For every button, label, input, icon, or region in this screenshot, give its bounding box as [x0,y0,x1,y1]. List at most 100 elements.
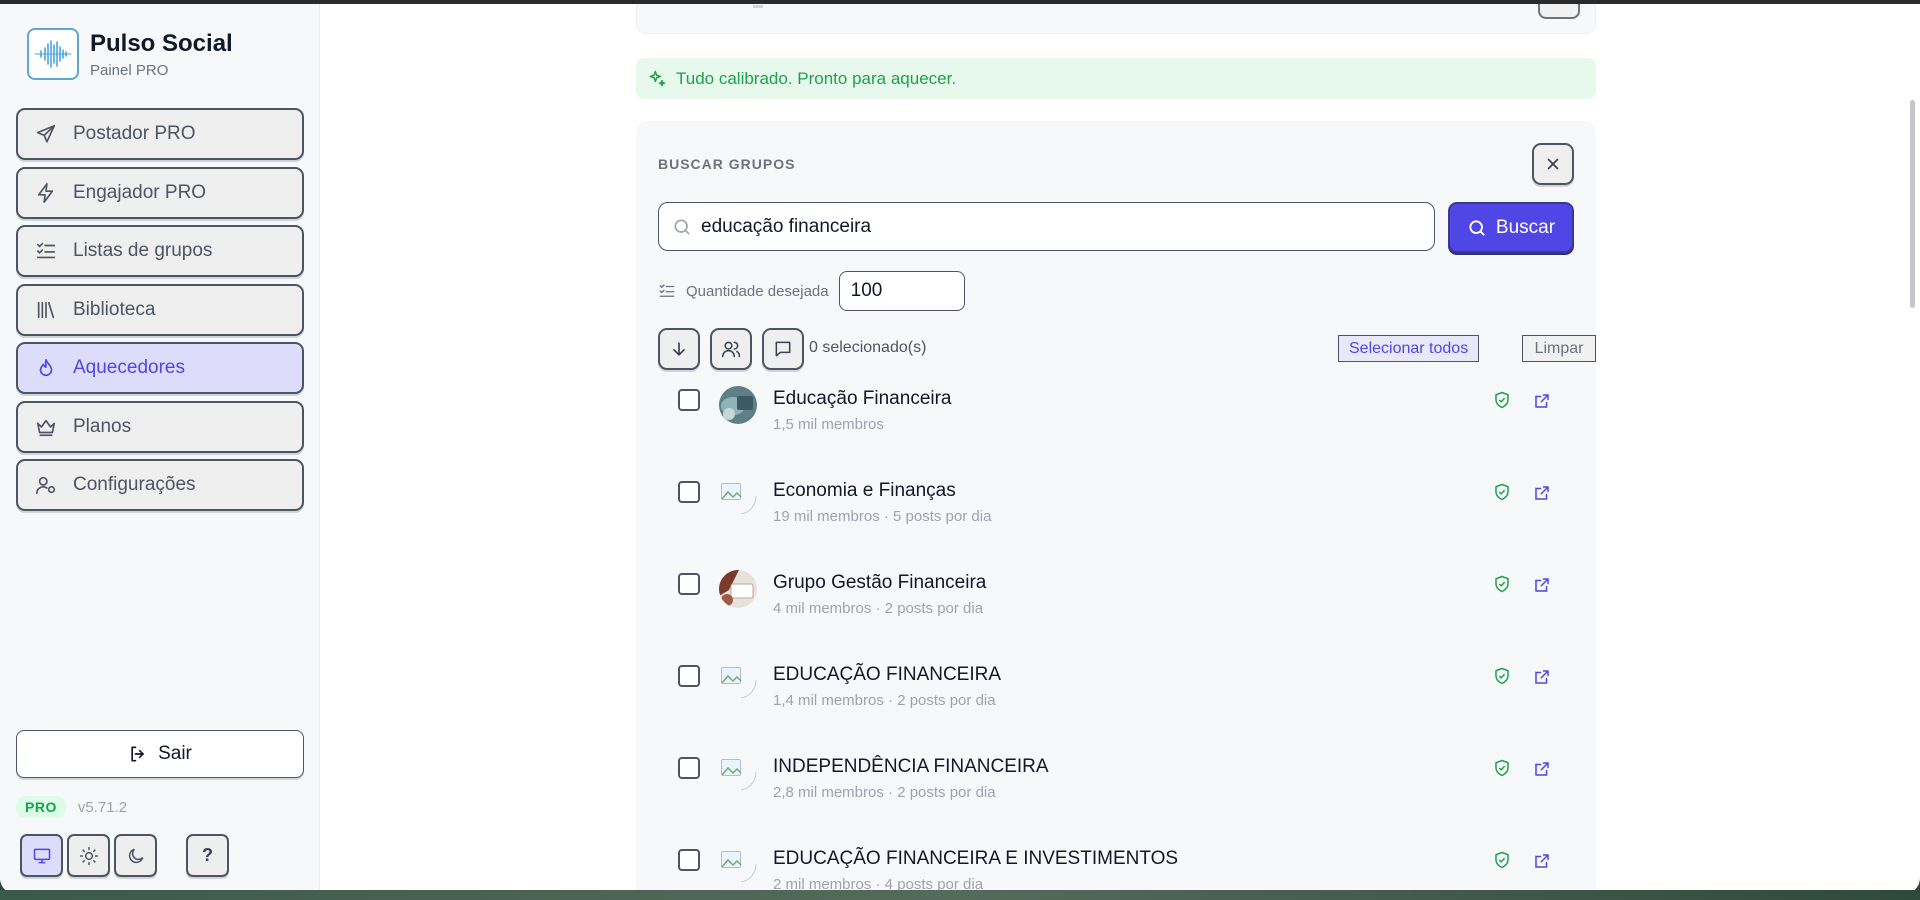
external-link-icon[interactable] [1533,392,1551,410]
group-name: EDUCAÇÃO FINANCEIRA E INVESTIMENTOS [773,848,1179,869]
clear-button[interactable]: Limpar [1522,335,1596,362]
group-checkbox[interactable] [678,573,700,595]
close-button[interactable] [1532,143,1574,185]
theme-light-button[interactable] [67,834,110,877]
avatar-broken-image [719,846,757,884]
status-alert-text: Tudo calibrado. Pronto para aquecer. [676,68,957,88]
desktop-background [0,890,1920,900]
group-meta: 19 mil membros · 5 posts por dia [773,508,992,525]
user-settings-icon [36,476,56,495]
status-alert: Tudo calibrado. Pronto para aquecer. [636,58,1596,99]
pro-badge: PRO [16,796,66,818]
members-filter-button[interactable] [710,328,752,370]
sort-button[interactable] [658,328,700,370]
list-item: Economia e Finanças 19 mil membros · 5 p… [636,475,1596,567]
moon-icon [128,848,143,863]
selected-count: 0 selecionado(s) [809,339,927,356]
shield-check-icon [1495,575,1509,593]
external-link-icon[interactable] [1533,576,1551,594]
sidebar-item-label: Listas de grupos [73,240,213,261]
external-link-icon[interactable] [1533,668,1551,686]
avatar-broken-image [719,478,757,516]
brand-title: Pulso Social [90,29,233,57]
send-icon [36,124,56,143]
logout-button[interactable]: Sair [16,730,304,778]
message-icon [775,341,791,357]
lightning-icon [37,182,54,203]
group-checkbox[interactable] [678,389,700,411]
group-checkbox[interactable] [678,757,700,779]
help-button[interactable]: ? [186,834,229,877]
checklist-icon [36,242,56,259]
search-button[interactable]: Buscar [1448,202,1574,253]
sidebar-item-label: Engajador PRO [73,181,207,203]
posts-filter-button[interactable] [762,328,804,370]
search-button-label: Buscar [1495,216,1556,238]
app-window: Pulso Social Painel PRO Postador PRO Eng… [0,0,1920,894]
theme-dark-button[interactable] [114,834,157,877]
avatar-broken-image [719,662,757,700]
search-field [658,202,1435,251]
group-meta: 1,5 mil membros [773,416,884,433]
sidebar-item-label: Configurações [73,474,196,495]
sidebar-item-label: Planos [73,415,132,437]
group-name: Economia e Finanças [773,480,956,501]
external-link-icon[interactable] [1533,484,1551,502]
group-checkbox[interactable] [678,481,700,503]
list-item: EDUCAÇÃO FINANCEIRA E INVESTIMENTOS 2 mi… [636,843,1596,894]
sidebar-item-postador[interactable]: Postador PRO [16,108,304,160]
search-icon [674,219,690,234]
shield-check-icon [1495,483,1509,501]
quantity-input[interactable] [838,271,965,311]
group-checkbox[interactable] [678,665,700,687]
sidebar-item-aquecedores[interactable]: Aquecedores [16,342,304,394]
search-input[interactable] [701,215,1381,238]
sidebar-item-listas[interactable]: Listas de grupos [16,225,304,277]
list-toolbar: 0 selecionado(s) Selecionar todos Limpar [658,328,1596,370]
sidebar-item-label: Aquecedores [73,357,185,378]
shield-check-icon [1495,667,1509,685]
previous-card [636,4,1596,34]
search-icon [1469,219,1485,236]
list-item: INDEPENDÊNCIA FINANCEIRA 2,8 mil membros… [636,751,1596,843]
logout-icon [131,746,144,762]
shield-check-icon [1495,851,1509,869]
theme-system-button[interactable] [20,834,63,877]
flame-icon [39,358,53,377]
search-groups-panel: BUSCAR GRUPOS Buscar Quantidade desejada [636,121,1596,894]
group-meta: 2,8 mil membros · 2 posts por dia [773,784,996,801]
sidebar: Pulso Social Painel PRO Postador PRO Eng… [0,4,320,894]
brand: Pulso Social Painel PRO [27,28,233,80]
select-all-button[interactable]: Selecionar todos [1338,335,1480,362]
sidebar-item-planos[interactable]: Planos [16,400,304,453]
brand-subtitle: Painel PRO [90,61,169,79]
logout-label: Sair [158,743,192,764]
arrow-down-icon [673,342,685,356]
sun-icon [79,846,98,865]
group-name: Educação Financeira [773,388,952,409]
help-label: ? [202,845,213,865]
library-icon [37,301,55,318]
theme-switcher: ? [20,834,233,877]
sidebar-nav: Postador PRO Engajador PRO Listas de gru… [16,108,304,518]
sidebar-item-biblioteca[interactable]: Biblioteca [16,283,304,336]
plan-info: PRO v5.71.2 [16,796,127,818]
group-name: EDUCAÇÃO FINANCEIRA [773,664,1002,685]
group-checkbox[interactable] [678,849,700,871]
page-scrollbar[interactable] [1910,100,1915,308]
group-meta: 1,4 mil membros · 2 posts por dia [773,692,996,709]
external-link-icon[interactable] [1533,852,1551,870]
panel-title: BUSCAR GRUPOS [658,156,796,172]
quantity-label: Quantidade desejada [686,282,829,300]
quantity-row: Quantidade desejada [658,271,965,311]
external-link-icon[interactable] [1533,760,1551,778]
group-list: Educação Financeira 1,5 mil membros Econ… [636,383,1596,894]
previous-card-button[interactable] [1538,4,1580,19]
group-meta: 4 mil membros · 2 posts por dia [773,600,984,617]
sidebar-item-engajador[interactable]: Engajador PRO [16,166,304,219]
list-item: Educação Financeira 1,5 mil membros [636,383,1596,475]
monitor-icon [33,848,50,863]
sidebar-item-configuracoes[interactable]: Configurações [16,459,304,511]
previous-card-text-fragment [753,5,763,8]
crown-icon [36,419,56,436]
